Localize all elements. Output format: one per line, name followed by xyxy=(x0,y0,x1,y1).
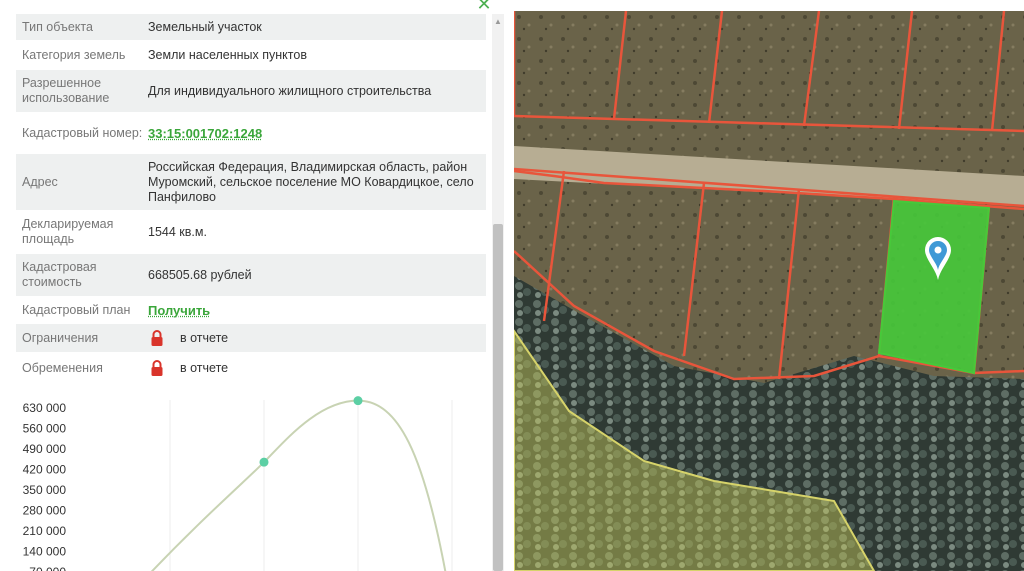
property-row-area: Декларируемая площадь 1544 кв.м. xyxy=(16,210,486,254)
y-tick-label: 140 000 xyxy=(23,545,67,559)
cadastral-value-chart: 630 000 560 000 490 000 420 000 350 000 280 0… xyxy=(16,392,486,571)
chart-svg: 630 000 560 000 490 000 420 000 350 000 280 0… xyxy=(23,396,453,571)
scrollbar[interactable]: ▲ xyxy=(492,14,504,571)
property-row-cadastral-plan: Кадастровый план Получить xyxy=(16,296,486,324)
y-tick-label: 560 000 xyxy=(23,422,67,436)
property-label: Категория земель xyxy=(22,47,126,62)
y-tick-label: 420 000 xyxy=(23,463,67,477)
y-tick-label: 350 000 xyxy=(23,483,67,497)
property-row-permitted-use: Разрешенное использование Для индивидуал… xyxy=(16,70,486,112)
satellite-map[interactable] xyxy=(514,11,1024,571)
property-label: Кадастровый номер: xyxy=(22,125,143,140)
property-row-cadastral-value: Кадастровая стоимость 668505.68 рублей xyxy=(16,254,486,296)
lock-icon xyxy=(151,360,163,376)
property-value: 668505.68 рублей xyxy=(148,267,252,282)
property-row-object-type: Тип объекта Земельный участок xyxy=(16,14,486,40)
property-label: Декларируемая площадь xyxy=(22,217,114,246)
property-table: Тип объекта Земельный участок Категория … xyxy=(16,14,486,384)
property-label: Разрешенное использование xyxy=(22,76,110,105)
property-value: 1544 кв.м. xyxy=(148,224,207,239)
encumbrances-value: в отчете xyxy=(180,360,229,375)
cadastral-number-link[interactable]: 33:15:001702:1248 xyxy=(148,126,486,141)
property-label: Кадастровая стоимость xyxy=(22,260,97,289)
property-label: Тип объекта xyxy=(22,19,93,34)
property-row-encumbrances: Обременения в отчете xyxy=(16,352,486,384)
close-icon[interactable]: ✕ xyxy=(472,0,496,13)
property-row-restrictions: Ограничения в отчете xyxy=(16,324,486,352)
property-row-cadastral-number: Кадастровый номер: 33:15:001702:1248 xyxy=(16,112,486,154)
property-row-address: Адрес Российская Федерация, Владимирская… xyxy=(16,154,486,210)
property-label: Кадастровый план xyxy=(22,302,131,317)
property-value: Земельный участок xyxy=(148,19,262,34)
property-label: Обременения xyxy=(22,360,103,375)
property-value: Российская Федерация, Владимирская облас… xyxy=(148,159,474,204)
restrictions-value: в отчете xyxy=(180,330,229,345)
scroll-up-icon[interactable]: ▲ xyxy=(492,16,504,28)
data-point[interactable] xyxy=(353,396,363,406)
get-plan-link[interactable]: Получить xyxy=(148,303,486,318)
object-info-panel: ✕ Тип объекта Земельный участок Категори… xyxy=(0,0,508,571)
selected-parcel[interactable] xyxy=(877,199,991,375)
property-label: Ограничения xyxy=(22,330,99,345)
y-tick-label: 210 000 xyxy=(23,524,67,538)
property-value: Земли населенных пунктов xyxy=(148,47,307,62)
property-label: Адрес xyxy=(22,174,58,189)
y-tick-label: 280 000 xyxy=(23,504,67,518)
data-point[interactable] xyxy=(259,457,269,467)
y-tick-label: 630 000 xyxy=(23,401,67,415)
lock-icon xyxy=(151,330,163,346)
map-svg xyxy=(514,11,1024,571)
y-tick-label: 70 000 xyxy=(29,565,66,571)
property-value: Для индивидуального жилищного строительс… xyxy=(148,83,432,98)
property-row-land-category: Категория земель Земли населенных пункто… xyxy=(16,40,486,70)
y-tick-label: 490 000 xyxy=(23,442,67,456)
scroll-thumb[interactable] xyxy=(493,224,503,571)
value-line xyxy=(150,399,447,571)
